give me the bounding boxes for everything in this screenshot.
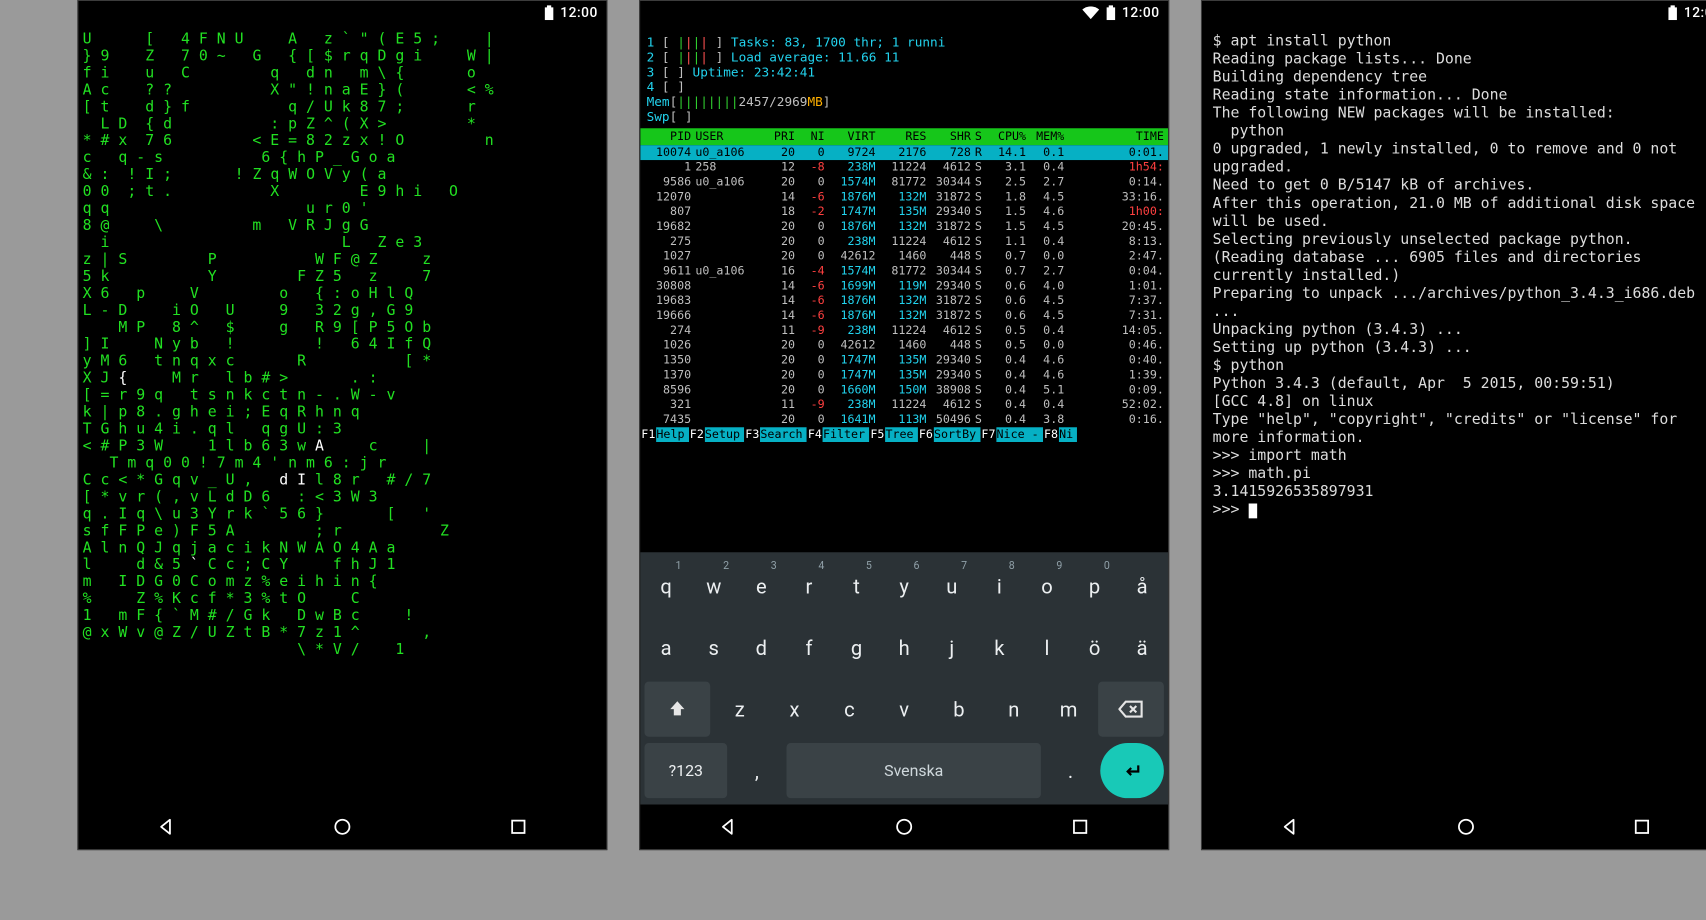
battery-icon	[1667, 5, 1678, 20]
nav-home-icon[interactable]	[332, 816, 353, 837]
key-k[interactable]: k	[978, 620, 1021, 675]
key-c[interactable]: c	[824, 682, 875, 737]
process-row[interactable]: 10074u0_a10620097242176728R14.10.10:01.	[640, 145, 1168, 160]
key-g[interactable]: g	[835, 620, 878, 675]
key-m[interactable]: m	[1043, 682, 1094, 737]
key-å[interactable]: å	[1120, 559, 1163, 614]
key-w[interactable]: 2w	[692, 559, 735, 614]
process-row[interactable]: 13702001747M135M29340S0.44.61:39.	[640, 368, 1168, 383]
phone-shell: 12:00 $ apt install python Reading packa…	[1201, 0, 1706, 850]
key-j[interactable]: j	[930, 620, 973, 675]
status-clock: 12:00	[1684, 5, 1706, 21]
key-u[interactable]: 7u	[930, 559, 973, 614]
process-row[interactable]: 27411-9238M112244612S0.50.414:05.	[640, 323, 1168, 338]
key-q[interactable]: 1q	[644, 559, 687, 614]
status-bar: 12:00	[1202, 1, 1706, 24]
htop-terminal[interactable]: 1 [ |||| ] Tasks: 83, 1700 thr; 1 runni2…	[640, 24, 1168, 552]
key-b[interactable]: b	[934, 682, 985, 737]
android-nav-bar	[640, 805, 1168, 850]
android-nav-bar	[1202, 805, 1706, 850]
key-p[interactable]: 0p	[1073, 559, 1116, 614]
process-row[interactable]: 1026200426121460448S0.50.00:46.	[640, 338, 1168, 353]
key-ö[interactable]: ö	[1073, 620, 1116, 675]
key-y[interactable]: 6y	[882, 559, 925, 614]
key-a[interactable]: a	[644, 620, 687, 675]
key-i[interactable]: 8i	[978, 559, 1021, 614]
htop-column-header[interactable]: PIDUSERPRINIVIRTRESSHRSCPU%MEM%TIME	[640, 128, 1168, 145]
htop-function-keys[interactable]: F1HelpF2SetupF3SearchF4FilterF5TreeF6Sor…	[640, 427, 1168, 442]
key-z[interactable]: z	[714, 682, 765, 737]
process-row[interactable]: 125812-8238M112244612S3.10.41h54:	[640, 160, 1168, 175]
status-bar: 12:00	[640, 1, 1168, 24]
process-row[interactable]: 9611u0_a10616-41574M8177230344S0.72.70:0…	[640, 264, 1168, 279]
process-row[interactable]: 3080814-61699M119M29340S0.64.01:01.	[640, 279, 1168, 294]
key-r[interactable]: 4r	[787, 559, 830, 614]
key-backspace[interactable]	[1098, 682, 1164, 737]
key-shift[interactable]	[644, 682, 710, 737]
key-x[interactable]: x	[769, 682, 820, 737]
key-enter[interactable]	[1100, 743, 1164, 798]
matrix-terminal[interactable]: U [ 4 F N U A z ` " ( E 5 ; | } 9 Z 7 0 …	[78, 24, 606, 804]
key-e[interactable]: 3e	[740, 559, 783, 614]
status-bar: 12:00	[78, 1, 606, 24]
soft-keyboard[interactable]: 1q2w3e4r5t6y7u8i9o0på asdfghjklöä zxcvbnm?…	[640, 552, 1168, 804]
key-l[interactable]: l	[1025, 620, 1068, 675]
key-symbols[interactable]: ?123	[644, 743, 727, 798]
key-s[interactable]: s	[692, 620, 735, 675]
nav-back-icon[interactable]	[1279, 816, 1300, 837]
nav-recents-icon[interactable]	[1631, 816, 1652, 837]
key-o[interactable]: 9o	[1025, 559, 1068, 614]
process-row[interactable]: 1207014-61876M132M31872S1.84.533:16.	[640, 190, 1168, 205]
process-row[interactable]: 196822001876M132M31872S1.54.520:45.	[640, 219, 1168, 234]
htop-process-list[interactable]: 10074u0_a10620097242176728R14.10.10:01.1…	[640, 145, 1168, 427]
key-space[interactable]: Svenska	[787, 743, 1041, 798]
shell-terminal[interactable]: $ apt install python Reading package lis…	[1202, 24, 1706, 804]
process-row[interactable]: 1968314-61876M132M31872S0.64.57:37.	[640, 294, 1168, 309]
nav-back-icon[interactable]	[156, 816, 177, 837]
process-row[interactable]: 85962001660M150M38908S0.45.10:09.	[640, 383, 1168, 398]
nav-back-icon[interactable]	[718, 816, 739, 837]
phone-htop: 12:00 1 [ |||| ] Tasks: 83, 1700 thr; 1 …	[639, 0, 1169, 850]
key-t[interactable]: 5t	[835, 559, 878, 614]
process-row[interactable]: 1966614-61876M132M31872S0.64.57:31.	[640, 308, 1168, 323]
battery-icon	[1105, 5, 1116, 20]
battery-icon	[543, 5, 554, 20]
wifi-icon	[1082, 6, 1099, 19]
process-row[interactable]: 80718-21747M135M29340S1.54.61h00:	[640, 205, 1168, 220]
key-comma[interactable]: ,	[731, 743, 782, 798]
process-row[interactable]: 9586u0_a1062001574M8177230344S2.52.70:14…	[640, 175, 1168, 190]
process-row[interactable]: 74352001641M113M50496S0.43.80:16.	[640, 412, 1168, 427]
nav-home-icon[interactable]	[1455, 816, 1476, 837]
process-row[interactable]: 13502001747M135M29340S0.44.60:40.	[640, 353, 1168, 368]
process-row[interactable]: 1027200426121460448S0.70.02:47.	[640, 249, 1168, 264]
status-clock: 12:00	[560, 5, 598, 21]
status-clock: 12:00	[1122, 5, 1160, 21]
nav-home-icon[interactable]	[894, 816, 915, 837]
phone-matrix: 12:00 U [ 4 F N U A z ` " ( E 5 ; | } 9 …	[77, 0, 607, 850]
key-n[interactable]: n	[988, 682, 1039, 737]
android-nav-bar	[78, 805, 606, 850]
process-row[interactable]: 275200238M112244612S1.10.48:13.	[640, 234, 1168, 249]
htop-summary: 1 [ |||| ] Tasks: 83, 1700 thr; 1 runni2…	[640, 24, 1168, 128]
nav-recents-icon[interactable]	[1070, 816, 1091, 837]
key-ä[interactable]: ä	[1120, 620, 1163, 675]
process-row[interactable]: 32111-9238M112244612S0.40.452:02.	[640, 397, 1168, 412]
key-dot[interactable]: .	[1045, 743, 1096, 798]
nav-recents-icon[interactable]	[508, 816, 529, 837]
key-h[interactable]: h	[882, 620, 925, 675]
key-v[interactable]: v	[879, 682, 930, 737]
key-d[interactable]: d	[740, 620, 783, 675]
key-f[interactable]: f	[787, 620, 830, 675]
